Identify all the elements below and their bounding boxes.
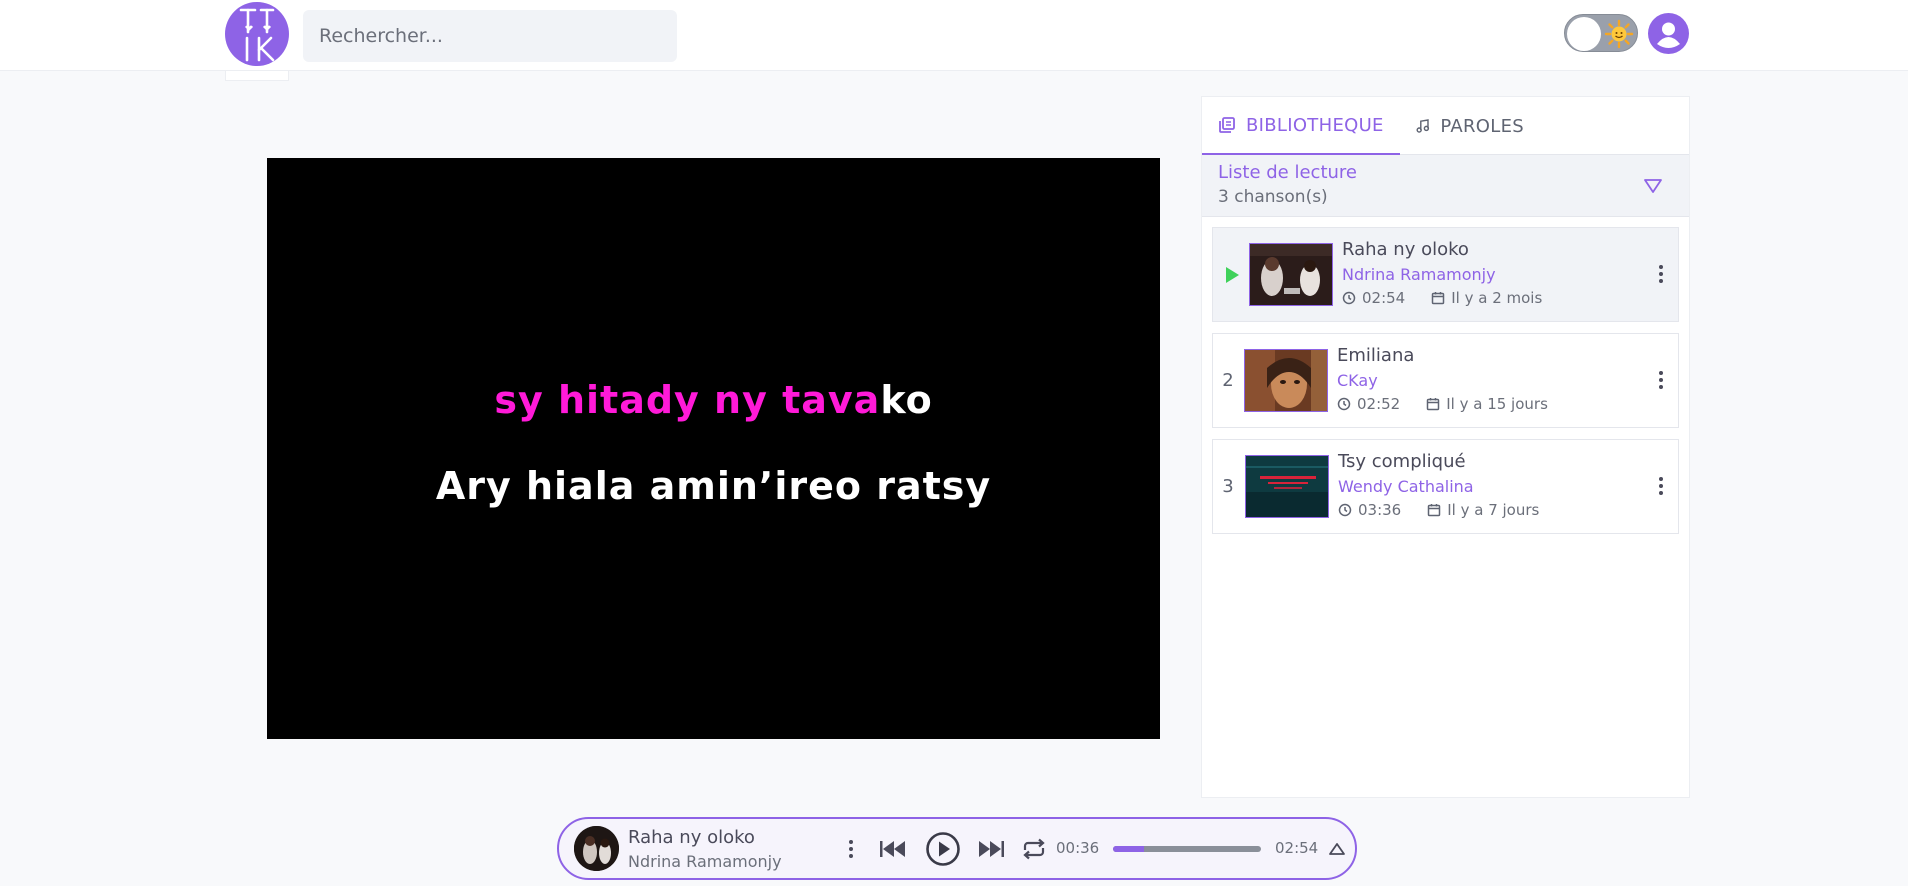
lyric-unsung-part: ko: [880, 378, 933, 422]
song-date: Il y a 2 mois: [1451, 289, 1543, 307]
total-time: 02:54: [1275, 839, 1319, 857]
song-date: Il y a 7 jours: [1447, 501, 1540, 519]
song-item[interactable]: 2 Emiliana CKay 02:52 Il y a 15 jours: [1212, 333, 1679, 428]
expand-player-button[interactable]: [1327, 819, 1347, 878]
song-artist[interactable]: Ndrina Ramamonjy: [1342, 265, 1496, 284]
more-vertical-icon[interactable]: [1658, 264, 1664, 284]
logo-underline: [225, 71, 289, 81]
tab-library-label: BIBLIOTHEQUE: [1246, 114, 1384, 136]
song-duration: 02:52: [1357, 395, 1401, 413]
progress-fill: [1113, 846, 1145, 852]
player-more-button[interactable]: [841, 819, 861, 878]
calendar-icon: [1431, 292, 1445, 305]
song-index: 2: [1222, 370, 1234, 391]
song-title: Raha ny oloko: [1342, 239, 1469, 260]
panel-tabs: BIBLIOTHEQUE PAROLES: [1202, 97, 1689, 155]
repeat-icon: [1023, 838, 1045, 859]
skip-previous-icon: [880, 840, 905, 857]
calendar-icon: [1426, 398, 1440, 411]
tab-lyrics[interactable]: PAROLES: [1400, 97, 1540, 155]
clock-icon: [1342, 291, 1356, 305]
song-meta: 03:36 Il y a 7 jours: [1338, 501, 1539, 519]
more-vertical-icon[interactable]: [1658, 476, 1664, 496]
clock-icon: [1338, 503, 1352, 517]
app-logo[interactable]: [225, 2, 289, 66]
song-artist[interactable]: Wendy Cathalina: [1338, 477, 1474, 496]
more-vertical-icon: [849, 839, 853, 858]
karaoke-video[interactable]: sy hitady ny tavako Ary hiala amin’ireo …: [267, 158, 1160, 739]
user-icon: [1657, 22, 1680, 48]
playlist-header[interactable]: Liste de lecture 3 chanson(s): [1202, 155, 1689, 217]
top-bar: [0, 0, 1908, 71]
play-button[interactable]: [923, 819, 963, 878]
logo-mark-icon: [239, 8, 275, 62]
next-button[interactable]: [975, 819, 1007, 878]
song-duration: 02:54: [1362, 289, 1406, 307]
previous-button[interactable]: [877, 819, 909, 878]
play-circle-icon: [926, 831, 960, 866]
playlist-title: Liste de lecture: [1218, 162, 1357, 183]
song-item[interactable]: Raha ny oloko Ndrina Ramamonjy 02:54 Il …: [1212, 227, 1679, 322]
progress-slider[interactable]: [1113, 846, 1261, 852]
triangle-up-icon: [1329, 842, 1345, 855]
player-artist[interactable]: Ndrina Ramamonjy: [628, 852, 782, 871]
song-meta: 02:54 Il y a 2 mois: [1342, 289, 1542, 307]
player-cover[interactable]: [574, 826, 619, 871]
current-time: 00:36: [1056, 839, 1100, 857]
player-title: Raha ny oloko: [628, 827, 755, 848]
sun-icon: [1603, 18, 1635, 50]
lyric-next-line: Ary hiala amin’ireo ratsy: [435, 464, 992, 508]
theme-toggle[interactable]: [1564, 14, 1638, 52]
mini-player: Raha ny oloko Ndrina Ramamonjy 00:36 02:…: [557, 817, 1357, 880]
toggle-knob: [1567, 17, 1601, 51]
tab-lyrics-label: PAROLES: [1440, 115, 1524, 137]
clock-icon: [1337, 397, 1351, 411]
play-icon: [1226, 266, 1239, 283]
search-input[interactable]: [303, 10, 677, 62]
more-vertical-icon[interactable]: [1658, 370, 1664, 390]
triangle-down-icon[interactable]: [1643, 177, 1663, 195]
library-icon: [1219, 117, 1235, 133]
song-title: Tsy compliqué: [1338, 451, 1466, 472]
song-artist[interactable]: CKay: [1337, 371, 1378, 390]
song-title: Emiliana: [1337, 345, 1415, 366]
song-thumbnail: [1244, 349, 1328, 412]
library-panel: BIBLIOTHEQUE PAROLES Liste de lecture 3 …: [1201, 96, 1690, 798]
tab-library[interactable]: BIBLIOTHEQUE: [1202, 97, 1400, 155]
song-meta: 02:52 Il y a 15 jours: [1337, 395, 1548, 413]
music-note-icon: [1416, 119, 1430, 133]
playlist-count: 3 chanson(s): [1218, 187, 1328, 207]
user-avatar[interactable]: [1648, 13, 1689, 54]
song-index: 3: [1222, 476, 1234, 497]
playing-indicator: [1217, 228, 1247, 321]
song-duration: 03:36: [1358, 501, 1402, 519]
lyric-sung-part: sy hitady ny tava: [494, 378, 881, 422]
repeat-button[interactable]: [1019, 819, 1049, 878]
song-item[interactable]: 3 Tsy compliqué Wendy Cathalina 03:36 Il…: [1212, 439, 1679, 534]
song-thumbnail: [1249, 243, 1333, 306]
calendar-icon: [1427, 504, 1441, 517]
skip-next-icon: [979, 840, 1004, 857]
song-date: Il y a 15 jours: [1446, 395, 1548, 413]
song-thumbnail: [1245, 455, 1329, 518]
lyric-current-line: sy hitady ny tavako: [267, 378, 1160, 422]
